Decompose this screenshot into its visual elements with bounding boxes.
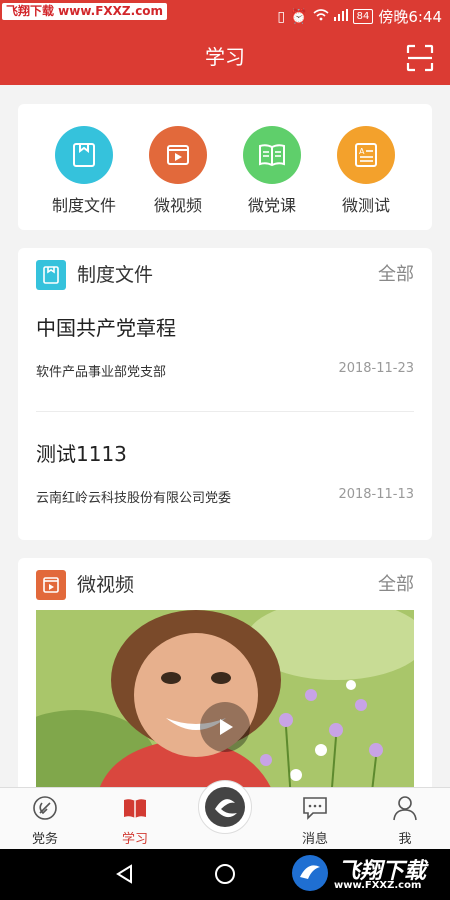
document-title: 中国共产党章程 — [36, 316, 176, 340]
alarm-icon: ⏰ — [290, 8, 308, 25]
document-icon — [55, 126, 113, 184]
document-date: 2018-11-23 — [338, 361, 414, 376]
document-icon — [36, 260, 66, 290]
quiz-icon: A — [337, 126, 395, 184]
scan-icon — [406, 44, 434, 72]
document-org: 云南红岭云科技股份有限公司党委 — [36, 491, 232, 506]
scroll-content[interactable]: 制度文件 微视频 微党课 A 微测试 制度文件 全部 中国共产党章程 软件产品事… — [0, 85, 450, 787]
play-icon — [220, 719, 233, 735]
tab-label: 消息 — [301, 832, 328, 847]
svg-text:A: A — [359, 147, 365, 156]
signal-icon — [333, 8, 348, 25]
quick-link-quiz[interactable]: A 微测试 — [319, 126, 413, 216]
video-icon — [36, 570, 66, 600]
document-title: 测试1113 — [36, 442, 127, 466]
vibrate-icon: ▯ — [277, 8, 286, 25]
party-emblem-icon — [33, 796, 57, 820]
tab-label: 学习 — [121, 832, 148, 847]
status-icons: ▯ ⏰ 84 傍晚6:44 — [277, 6, 442, 27]
document-item[interactable]: 测试1113 云南红岭云科技股份有限公司党委 2018-11-13 — [36, 438, 414, 507]
section-title: 微视频 — [77, 574, 135, 596]
tab-me[interactable]: 我 — [360, 788, 450, 850]
tab-study[interactable]: 学习 — [90, 788, 180, 850]
home-icon[interactable] — [214, 863, 236, 885]
tab-messages[interactable]: 消息 — [270, 788, 360, 850]
scan-button[interactable] — [406, 44, 434, 72]
watermark-url: www.FXXZ.com — [334, 880, 422, 891]
video-thumbnail[interactable] — [36, 610, 414, 787]
page-title: 学习 — [205, 45, 245, 69]
battery-icon: 84 — [352, 9, 374, 24]
view-all-videos-link[interactable]: 全部 — [378, 570, 414, 600]
back-icon[interactable] — [114, 863, 136, 885]
document-org: 软件产品事业部党支部 — [36, 365, 167, 380]
wifi-icon — [313, 8, 329, 25]
app-logo-icon — [205, 787, 245, 827]
tab-label: 我 — [398, 832, 412, 847]
documents-card: 制度文件 全部 中国共产党章程 软件产品事业部党支部 2018-11-23 测试… — [18, 248, 432, 540]
message-icon — [303, 797, 327, 820]
documents-header: 制度文件 全部 — [36, 260, 414, 290]
book-icon — [243, 126, 301, 184]
clock: 傍晚6:44 — [378, 8, 442, 26]
document-meta: 云南红岭云科技股份有限公司党委 2018-11-13 — [36, 487, 414, 507]
videos-header: 微视频 全部 — [36, 570, 414, 600]
document-date: 2018-11-13 — [338, 487, 414, 502]
quick-link-label: 微视频 — [153, 196, 202, 215]
tab-label: 党务 — [31, 832, 58, 847]
view-all-documents-link[interactable]: 全部 — [378, 260, 414, 290]
quick-link-label: 微党课 — [247, 196, 296, 215]
quick-link-label: 微测试 — [341, 196, 390, 215]
quick-link-label: 制度文件 — [51, 196, 116, 215]
app-header: 学习 — [0, 30, 450, 85]
video-thumbnail-image — [36, 610, 414, 787]
document-item[interactable]: 中国共产党章程 软件产品事业部党支部 2018-11-23 — [36, 312, 414, 381]
watermark-top: 飞翔下载 www.FXXZ.com — [2, 3, 168, 20]
quick-link-videos[interactable]: 微视频 — [131, 126, 225, 216]
videos-card: 微视频 全部 — [18, 558, 432, 787]
system-navigation-bar: 飞翔下载 www.FXXZ.com — [0, 849, 450, 900]
divider — [36, 411, 414, 412]
bottom-tab-bar: 党务 学习 消息 我 — [0, 780, 450, 850]
quick-link-documents[interactable]: 制度文件 — [37, 126, 131, 216]
center-logo-button[interactable] — [198, 780, 252, 834]
open-book-icon — [124, 799, 146, 818]
watermark-bottom: 飞翔下载 www.FXXZ.com — [290, 851, 440, 897]
document-meta: 软件产品事业部党支部 2018-11-23 — [36, 361, 414, 381]
section-title: 制度文件 — [77, 264, 154, 286]
play-button[interactable] — [200, 702, 250, 752]
status-bar: 飞翔下载 www.FXXZ.com ▯ ⏰ 84 傍晚6:44 — [0, 0, 450, 30]
person-icon — [393, 796, 417, 821]
quick-link-lessons[interactable]: 微党课 — [225, 126, 319, 216]
watermark-logo-icon — [292, 855, 328, 891]
video-icon — [149, 126, 207, 184]
tab-party-affairs[interactable]: 党务 — [0, 788, 90, 850]
quick-links-card: 制度文件 微视频 微党课 A 微测试 — [18, 104, 432, 230]
